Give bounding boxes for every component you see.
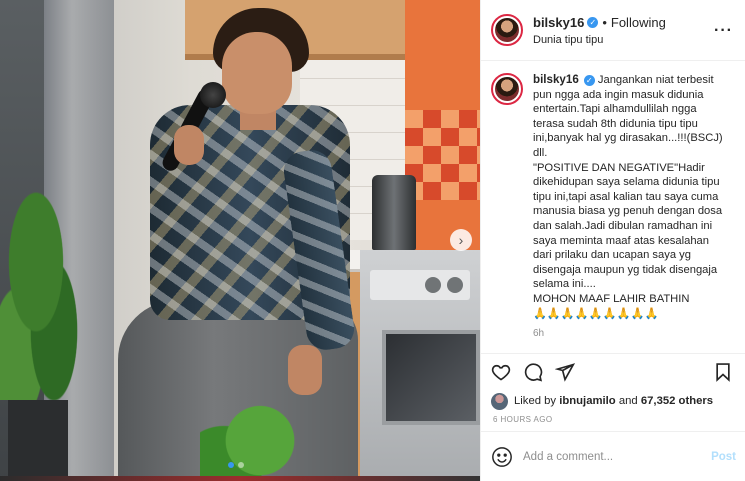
caption-username-link[interactable]: bilsky16 xyxy=(533,73,579,86)
paper-plane-icon[interactable] xyxy=(555,362,575,382)
chevron-right-icon[interactable]: › xyxy=(450,229,472,251)
carousel-dots xyxy=(228,462,244,468)
photo-bottom-strip xyxy=(0,476,480,481)
post-caption: bilsky16 ✓ Jangankan niat terbesit pun ng… xyxy=(533,73,729,353)
post-header: bilsky16 ✓ • Following Dunia tipu tipu ·… xyxy=(481,0,745,61)
photo-blender xyxy=(372,175,416,250)
liked-by-and: and xyxy=(618,395,638,407)
post-actions xyxy=(481,353,745,389)
post-header-row: bilsky16 ✓ • Following xyxy=(533,15,666,30)
photo-stove-knob xyxy=(425,277,441,293)
location-link[interactable]: Dunia tipu tipu xyxy=(533,34,666,46)
post-comment-button[interactable]: Post xyxy=(711,451,736,463)
post-details-panel: bilsky16 ✓ • Following Dunia tipu tipu ·… xyxy=(480,0,745,481)
photo-speaker xyxy=(8,400,68,481)
bookmark-icon[interactable] xyxy=(713,362,733,382)
following-button[interactable]: Following xyxy=(611,15,666,30)
liked-by-prefix: Liked by xyxy=(514,395,557,407)
photo-oven-window xyxy=(382,330,480,425)
username-link[interactable]: bilsky16 xyxy=(533,15,584,30)
verified-badge-icon: ✓ xyxy=(583,75,595,86)
carousel-dot-active xyxy=(228,462,234,468)
carousel-dot xyxy=(238,462,244,468)
likes-summary: Liked by ibnujamilo and 67,352 others xyxy=(481,389,745,413)
avatar[interactable] xyxy=(491,14,523,46)
add-comment-bar: Post xyxy=(481,431,745,481)
photo-performer-face xyxy=(222,32,292,114)
avatar-image xyxy=(495,18,519,42)
caption-timestamp[interactable]: 6h xyxy=(533,327,729,342)
caption-text: Jangankan niat terbesit pun ngga ada ing… xyxy=(533,74,723,320)
likes-count-link[interactable]: 67,352 others xyxy=(641,395,713,407)
photo-checker-wall xyxy=(405,110,480,200)
verified-badge-icon: ✓ xyxy=(587,16,599,28)
heart-icon[interactable] xyxy=(491,362,511,382)
comment-input[interactable] xyxy=(523,450,712,463)
post-timestamp[interactable]: 6 HOURS AGO xyxy=(481,413,745,433)
photo-stove-knob xyxy=(447,277,463,293)
more-options-icon[interactable]: ··· xyxy=(714,22,733,40)
post-photo[interactable]: › xyxy=(0,0,480,481)
liker-username-link[interactable]: ibnujamilo xyxy=(559,395,616,407)
photo-microphone-head xyxy=(200,82,226,108)
separator-dot: • xyxy=(602,14,607,30)
comment-bubble-icon[interactable] xyxy=(523,362,543,382)
photo-plant xyxy=(200,380,320,481)
post-header-text: bilsky16 ✓ • Following Dunia tipu tipu xyxy=(533,15,666,46)
avatar-image xyxy=(495,77,519,101)
caption-section: bilsky16 ✓ Jangankan niat terbesit pun ng… xyxy=(481,61,745,353)
emoji-smiley-icon[interactable] xyxy=(491,446,513,468)
photo-performer-hand xyxy=(174,125,204,165)
avatar[interactable] xyxy=(491,73,523,105)
liker-avatar[interactable] xyxy=(491,392,508,410)
photo-plant xyxy=(0,170,90,400)
